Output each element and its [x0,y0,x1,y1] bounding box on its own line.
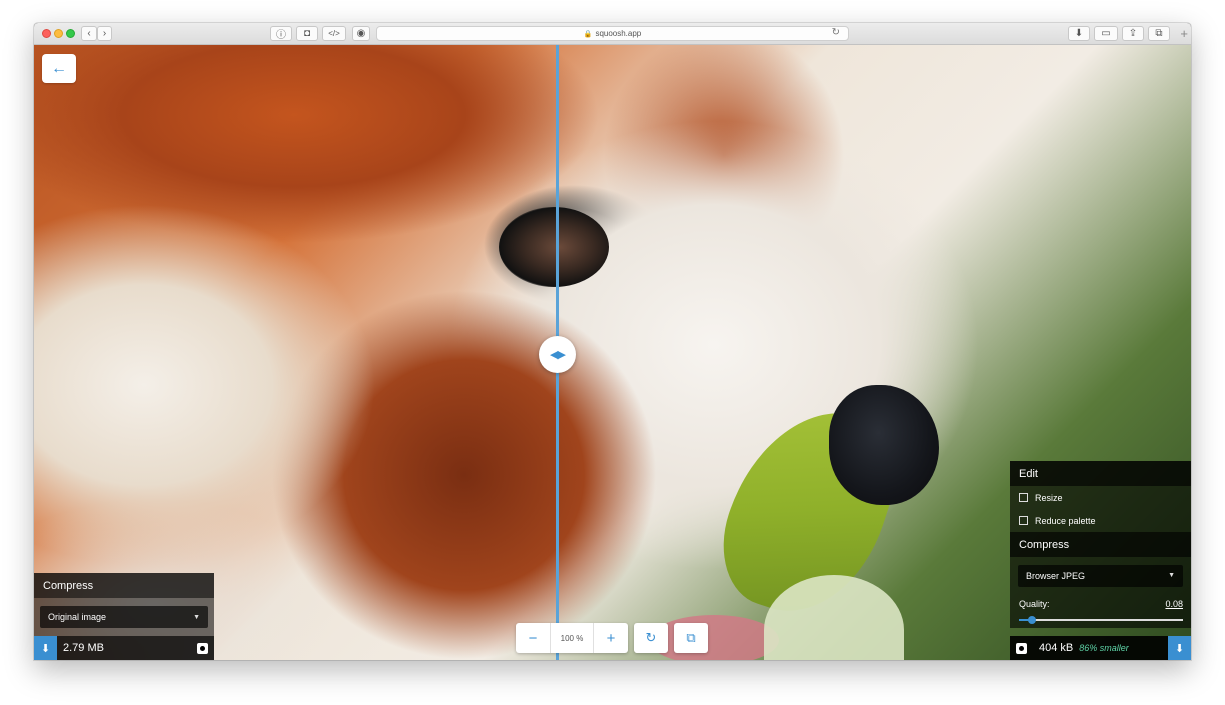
image-comparison-viewport[interactable]: ◀▶ ← Compress Original image ▼ ⬇ 2.79 MB… [34,45,1191,660]
chevron-down-icon: ▼ [1168,572,1175,579]
zoom-controls: − 100 % + ↻ ⧉ [516,623,708,653]
url-text: squoosh.app [595,29,642,38]
zoom-out-button[interactable]: − [516,623,550,653]
side-by-side-icon[interactable]: ⧉ [674,623,708,653]
reload-icon[interactable]: ↻ [832,27,840,38]
share-icon[interactable]: ⇪ [1122,26,1144,41]
resize-checkbox[interactable] [1019,493,1028,502]
panda-eye [499,207,609,287]
back-button[interactable]: ← [42,54,76,83]
left-compress-panel: Compress Original image ▼ ⬇ 2.79 MB [34,573,214,660]
left-footer: ⬇ 2.79 MB [34,636,214,660]
download-original-button[interactable]: ⬇ [34,636,57,660]
address-bar[interactable]: 🔒 squoosh.app ↻ [376,26,849,41]
compressed-file-size: 404 kB [1039,642,1074,654]
browser-forward-button[interactable]: › [97,26,112,41]
compress-title: Compress [1010,532,1191,557]
left-codec-value: Original image [48,612,107,622]
left-compress-title: Compress [34,573,214,598]
quality-value[interactable]: 0.08 [1165,599,1183,609]
original-file-size: 2.79 MB [63,642,104,654]
left-codec-select[interactable]: Original image ▼ [40,606,208,628]
lock-icon: 🔒 [583,30,593,38]
tabs-overview-icon[interactable]: ⧉ [1148,26,1170,41]
pocket-icon[interactable]: ◘ [296,26,318,41]
quality-label: Quality: [1019,599,1050,609]
rotate-icon[interactable]: ↻ [634,623,668,653]
reduce-palette-checkbox[interactable] [1019,516,1028,525]
extension-icon[interactable]: ◉ [352,26,370,41]
sidebar-icon[interactable]: ▭ [1094,26,1118,41]
resize-option[interactable]: Resize [1010,486,1191,509]
fullscreen-window-button[interactable] [66,29,75,38]
reduce-palette-option[interactable]: Reduce palette [1010,509,1191,532]
browser-toolbar: ‹ › ⓘ ◘ </> ◉ 🔒 squoosh.app ↻ ⬇ ▭ ⇪ ⧉ + [34,23,1191,45]
minimize-window-button[interactable] [54,29,63,38]
savings-text: 86% smaller [1079,643,1129,653]
new-tab-button[interactable]: + [1180,26,1188,41]
zoom-in-button[interactable]: + [594,623,628,653]
code-icon[interactable]: </> [322,26,346,41]
right-options-panel: Edit Resize Reduce palette Compress Brow… [1010,461,1191,660]
close-window-button[interactable] [42,29,51,38]
info-icon[interactable]: ⓘ [270,26,292,41]
copy-settings-icon[interactable] [1016,642,1027,654]
edit-title: Edit [1010,461,1191,486]
divider-handle[interactable]: ◀▶ [539,336,576,373]
browser-back-button[interactable]: ‹ [81,26,97,41]
quality-slider-thumb[interactable] [1028,616,1037,624]
copy-settings-icon[interactable] [197,642,208,654]
chevron-down-icon: ▼ [193,613,200,621]
codec-select[interactable]: Browser JPEG ▼ [1018,564,1183,587]
download-compressed-button[interactable]: ⬇ [1168,636,1191,660]
right-footer: 404 kB 86% smaller ⬇ [1010,636,1191,660]
panda-nose [829,385,939,505]
browser-window: ‹ › ⓘ ◘ </> ◉ 🔒 squoosh.app ↻ ⬇ ▭ ⇪ ⧉ + … [34,23,1191,660]
downloads-icon[interactable]: ⬇ [1068,26,1090,41]
zoom-value[interactable]: 100 % [550,623,594,653]
reduce-palette-label: Reduce palette [1035,515,1096,526]
quality-slider[interactable] [1019,616,1183,624]
codec-value: Browser JPEG [1026,570,1086,581]
quality-row: Quality: 0.08 [1010,594,1191,628]
resize-label: Resize [1035,492,1063,503]
